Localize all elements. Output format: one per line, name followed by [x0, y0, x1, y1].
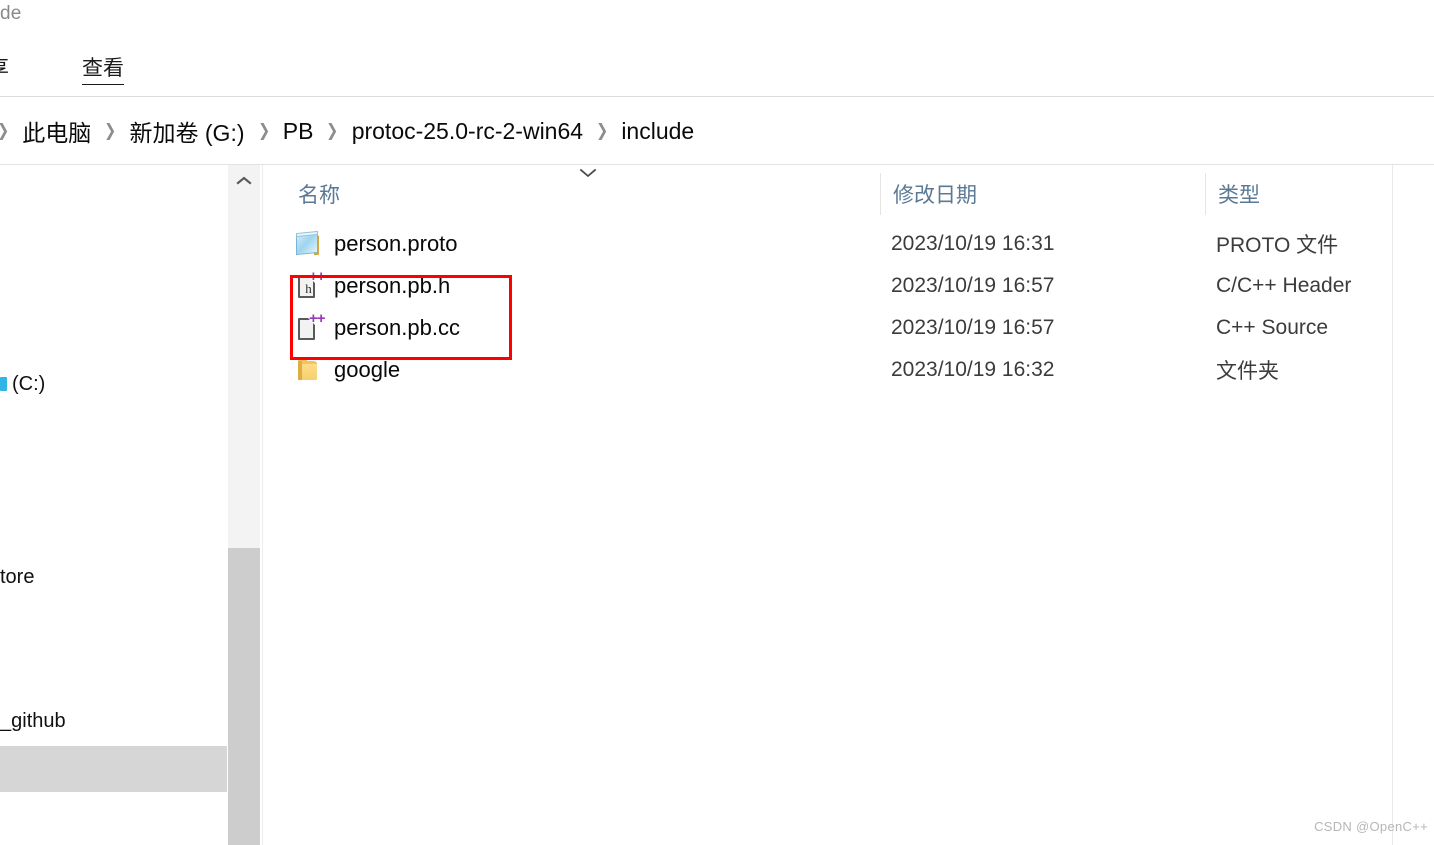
tab-view[interactable]: 查看 — [82, 52, 124, 86]
cpp-plusplus-badge: ++ — [309, 310, 326, 327]
scroll-up-arrow-icon[interactable] — [228, 165, 260, 197]
cpp-source-file-icon: ++ — [295, 311, 326, 342]
watermark-text: CSDN @OpenC++ — [1314, 819, 1428, 834]
address-bar[interactable]: ❯ 此电脑 ❯ 新加卷 (G:) ❯ PB ❯ protoc-25.0-rc-2… — [0, 97, 1434, 165]
chevron-right-icon: ❯ — [104, 121, 117, 140]
notepad-proto-icon — [295, 230, 321, 258]
file-type-cell: C/C++ Header — [1216, 274, 1352, 297]
chevron-right-icon: ❯ — [596, 121, 609, 140]
file-name-label: person.pb.h — [334, 273, 451, 298]
chevron-right-icon: ❯ — [326, 121, 339, 140]
folder-icon — [295, 356, 321, 384]
table-row[interactable]: person.proto 2023/10/19 16:31 PROTO 文件 — [263, 223, 1434, 265]
file-name-label: person.proto — [334, 231, 458, 256]
tab-share[interactable]: 享 — [0, 52, 9, 86]
breadcrumb-item-protoc[interactable]: protoc-25.0-rc-2-win64 — [350, 118, 585, 145]
file-list-view: 名称 修改日期 类型 person.proto 2023/10/19 16:31… — [263, 165, 1434, 845]
column-header-name[interactable]: 名称 — [298, 179, 340, 209]
window-title: de — [0, 3, 22, 24]
nav-item-label: (C:) — [12, 372, 46, 395]
table-row[interactable]: h ++ person.pb.h 2023/10/19 16:57 C/C++ … — [263, 265, 1434, 307]
column-header-type[interactable]: 类型 — [1218, 179, 1260, 209]
table-row[interactable]: google 2023/10/19 16:32 文件夹 — [263, 349, 1434, 391]
nav-item-drive-c[interactable]: (C:) — [0, 361, 227, 407]
nav-item-github[interactable]: _github — [0, 698, 227, 744]
breadcrumb: ❯ 此电脑 ❯ 新加卷 (G:) ❯ PB ❯ protoc-25.0-rc-2… — [0, 114, 696, 148]
file-explorer-window: de 享 查看 ❯ 此电脑 ❯ 新加卷 (G:) ❯ PB ❯ protoc-2… — [0, 0, 1434, 845]
file-type-cell: PROTO 文件 — [1216, 234, 1339, 257]
column-divider[interactable] — [1205, 173, 1206, 215]
nav-item-store[interactable]: tore — [0, 554, 227, 600]
file-name-cell[interactable]: google — [295, 349, 400, 391]
file-date-cell: 2023/10/19 16:32 — [891, 358, 1055, 381]
table-row[interactable]: ++ person.pb.cc 2023/10/19 16:57 C++ Sou… — [263, 307, 1434, 349]
nav-item-label: _github — [0, 709, 66, 732]
cpp-plusplus-badge: ++ — [309, 268, 326, 285]
chevron-right-icon: ❯ — [257, 121, 270, 140]
nav-item-label: tore — [0, 565, 35, 588]
breadcrumb-item-volume-g[interactable]: 新加卷 (G:) — [128, 114, 247, 148]
column-header-row: 名称 修改日期 类型 — [263, 165, 1434, 217]
file-type-cell: 文件夹 — [1216, 360, 1279, 383]
tab-share-label: 享 — [0, 57, 9, 80]
chevron-right-icon: ❯ — [0, 121, 18, 141]
ribbon-tab-strip: 享 查看 — [0, 52, 1434, 96]
scrollbar-thumb[interactable] — [228, 548, 260, 845]
column-header-date-modified[interactable]: 修改日期 — [893, 179, 977, 209]
file-type-cell: C++ Source — [1216, 316, 1329, 339]
tab-view-label: 查看 — [82, 57, 124, 80]
sort-descending-chevron-icon[interactable] — [578, 167, 598, 182]
file-name-cell[interactable]: person.proto — [295, 223, 458, 265]
file-name-cell[interactable]: h ++ person.pb.h — [295, 265, 450, 307]
file-rows: person.proto 2023/10/19 16:31 PROTO 文件 h… — [263, 223, 1434, 391]
list-right-divider — [1392, 165, 1393, 845]
nav-pane-scrollbar[interactable] — [228, 165, 260, 845]
cpp-header-file-icon: h ++ — [295, 269, 326, 300]
nav-item-selected[interactable] — [0, 746, 227, 792]
breadcrumb-item-this-pc[interactable]: 此电脑 — [20, 114, 93, 148]
file-date-cell: 2023/10/19 16:57 — [891, 316, 1055, 339]
file-date-cell: 2023/10/19 16:31 — [891, 232, 1055, 255]
navigation-pane: (C:) tore _github — [0, 165, 227, 845]
breadcrumb-item-include[interactable]: include — [619, 118, 696, 145]
tab-view-active-underline — [82, 84, 124, 85]
drive-icon — [0, 377, 7, 391]
file-name-label: google — [334, 357, 401, 382]
breadcrumb-item-pb[interactable]: PB — [281, 118, 316, 145]
column-divider[interactable] — [880, 173, 881, 215]
file-name-cell[interactable]: ++ person.pb.cc — [295, 307, 460, 349]
file-name-label: person.pb.cc — [334, 315, 460, 340]
file-date-cell: 2023/10/19 16:57 — [891, 274, 1055, 297]
